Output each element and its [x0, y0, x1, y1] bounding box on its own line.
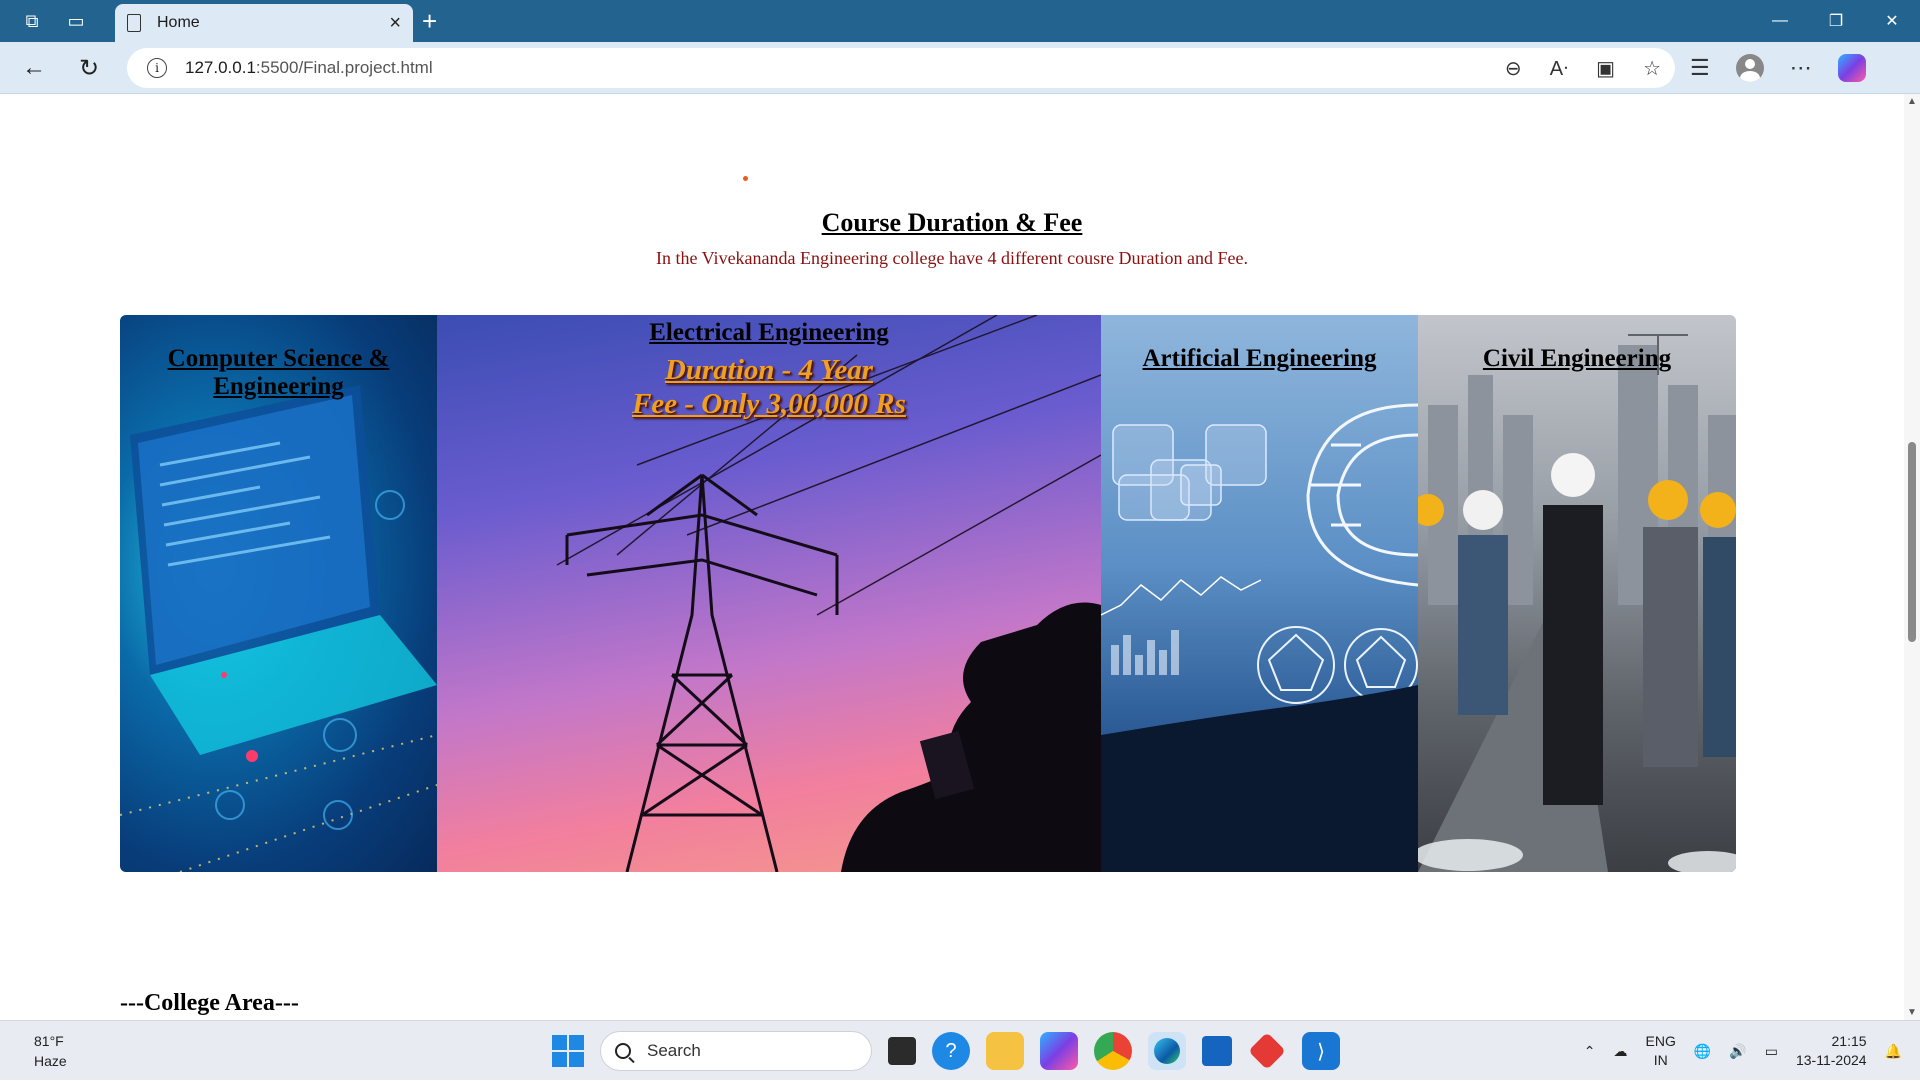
notifications-icon[interactable]: 🔔 [1885, 1043, 1902, 1060]
favorite-star-icon[interactable]: ☆ [1643, 56, 1661, 81]
git-client-icon[interactable] [1248, 1032, 1286, 1070]
battery-icon[interactable]: ▭ [1765, 1043, 1778, 1060]
tab-home[interactable]: Home × [115, 4, 413, 42]
minimize-icon[interactable]: — [1752, 0, 1808, 42]
college-area-heading: ---College Area--- [120, 990, 299, 1016]
card-title: Artificial Engineering [1142, 345, 1377, 372]
time: 21:15 [1831, 1033, 1867, 1049]
help-icon[interactable]: ? [932, 1032, 970, 1070]
temperature: 81°F [34, 1033, 64, 1049]
card-duration-fee: Duration - 4 Year Fee - Only 3,00,000 Rs [437, 353, 1101, 421]
chevron-up-icon[interactable]: ⌃ [1584, 1043, 1596, 1060]
start-icon[interactable] [552, 1035, 584, 1067]
cloud-offline-icon[interactable]: ☁ [1614, 1043, 1628, 1060]
tab-title: Home [157, 14, 200, 31]
taskbar-apps: Search ? ⟩ [552, 1029, 1340, 1073]
url-bar[interactable]: i 127.0.0.1:5500/Final.project.html ⊖ Aᐧ… [127, 48, 1675, 88]
restore-icon[interactable]: ❐ [1808, 0, 1864, 42]
ai-image [1101, 403, 1418, 872]
address-toolbar: ← ↻ i 127.0.0.1:5500/Final.project.html … [0, 42, 1920, 94]
copilot-icon[interactable] [1837, 54, 1866, 82]
civil-engineers-image [1418, 334, 1736, 872]
lang-bottom: IN [1653, 1052, 1668, 1068]
window-controls: — ❐ ✕ [1752, 0, 1920, 42]
close-window-icon[interactable]: ✕ [1864, 0, 1920, 42]
workspaces-icon[interactable]: ⧉ [12, 0, 52, 42]
system-tray: ⌃ ☁ ENG IN 🌐 🔊 ▭ 21:15 13-11-2024 🔔 [1584, 1021, 1920, 1081]
fee-text: Fee - Only 3,00,000 Rs [632, 388, 906, 420]
search-label: Search [647, 1041, 701, 1060]
scrollbar-thumb[interactable] [1908, 442, 1916, 642]
section-subtitle: In the Vivekananda Engineering college h… [655, 248, 1249, 268]
decorative-dot [743, 176, 748, 181]
profile-avatar[interactable] [1735, 54, 1764, 82]
duration-text: Duration - 4 Year [664, 354, 874, 386]
url-host: 127.0.0.1 [185, 58, 256, 77]
vertical-tabs-icon[interactable]: ▭ [56, 0, 96, 42]
browser-titlebar: ⧉ ▭ Home × + — ❐ ✕ [0, 0, 1920, 42]
taskbar-search[interactable]: Search [600, 1031, 872, 1071]
date: 13-11-2024 [1795, 1052, 1867, 1068]
card-title: Computer Science & Engineering [167, 345, 390, 400]
store-icon[interactable] [1202, 1036, 1232, 1066]
page-icon [127, 14, 141, 32]
page-viewport: Course Duration & Fee In the Vivekananda… [0, 94, 1904, 1020]
taskbar: 81°F Haze Search ? ⟩ ⌃ ☁ ENG IN 🌐 🔊 ▭ 21… [0, 1020, 1920, 1080]
toolbar-right: ☰ ⋯ [1690, 48, 1866, 88]
copilot-app-icon[interactable] [1040, 1032, 1078, 1070]
card-computer-science: Computer Science & Engineering [120, 315, 437, 872]
section-title: Course Duration & Fee [821, 208, 1083, 237]
card-electrical: Electrical Engineering Duration - 4 Year… [437, 315, 1101, 872]
page-scrollbar[interactable]: ▲ ▼ [1904, 94, 1920, 1020]
favorites-icon[interactable]: ☰ [1690, 55, 1710, 81]
weather-widget[interactable]: 81°F Haze [34, 1031, 67, 1071]
read-aloud-icon[interactable]: Aᐧ [1550, 56, 1568, 81]
new-tab-button[interactable]: + [422, 6, 437, 37]
weather-condition: Haze [34, 1053, 67, 1069]
scroll-up-icon[interactable]: ▲ [1907, 96, 1917, 107]
search-icon [615, 1043, 631, 1059]
edge-icon[interactable] [1148, 1032, 1186, 1070]
card-title: Civil Engineering [1482, 345, 1672, 372]
network-icon[interactable]: 🌐 [1694, 1043, 1711, 1060]
chrome-icon[interactable] [1094, 1032, 1132, 1070]
back-icon[interactable]: ← [16, 50, 52, 86]
volume-icon[interactable]: 🔊 [1729, 1043, 1746, 1060]
language-indicator[interactable]: ENG IN [1646, 1032, 1676, 1070]
card-civil: Civil Engineering [1418, 315, 1736, 872]
more-options-icon[interactable]: ⋯ [1790, 55, 1812, 81]
task-view-icon[interactable] [888, 1037, 916, 1065]
url-path: :5500/Final.project.html [255, 58, 433, 77]
card-title: Electrical Engineering [649, 319, 889, 346]
zoom-out-icon[interactable]: ⊖ [1505, 56, 1522, 81]
refresh-icon[interactable]: ↻ [71, 50, 107, 86]
vscode-icon[interactable]: ⟩ [1302, 1032, 1340, 1070]
file-explorer-icon[interactable] [986, 1032, 1024, 1070]
scroll-down-icon[interactable]: ▼ [1907, 1007, 1917, 1018]
course-cards: Computer Science & Engineering Electrica… [120, 315, 1736, 872]
close-tab-icon[interactable]: × [389, 12, 401, 35]
card-artificial: Artificial Engineering [1101, 315, 1418, 872]
site-info-icon[interactable]: i [147, 58, 167, 78]
immersive-reader-icon[interactable]: ▣ [1596, 56, 1615, 81]
lang-top: ENG [1645, 1033, 1676, 1049]
clock[interactable]: 21:15 13-11-2024 [1796, 1032, 1867, 1070]
